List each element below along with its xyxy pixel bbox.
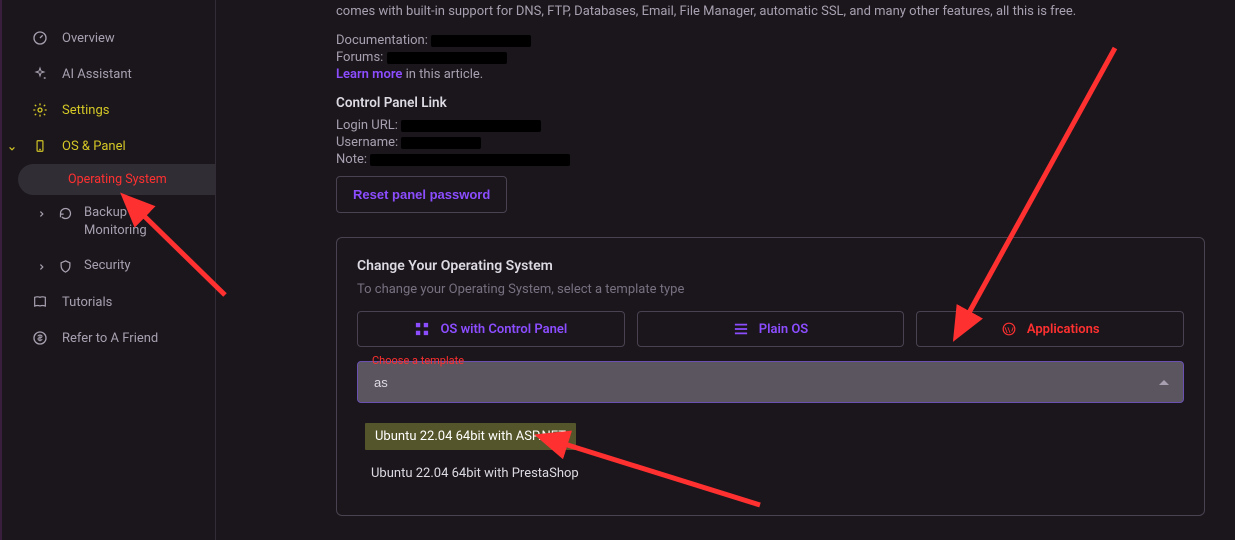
sidebar-item-label: AI Assistant bbox=[62, 67, 132, 82]
redacted-value bbox=[370, 154, 570, 166]
tab-os-control-panel[interactable]: OS with Control Panel bbox=[357, 311, 625, 347]
sidebar-item-ai[interactable]: AI Assistant bbox=[0, 56, 215, 92]
tab-label: OS with Control Panel bbox=[440, 322, 567, 337]
card-title: Change Your Operating System bbox=[357, 258, 1184, 274]
sidebar-item-backup[interactable]: Backup & Monitoring bbox=[0, 195, 215, 248]
sidebar-item-tutorials[interactable]: Tutorials bbox=[0, 284, 215, 320]
sidebar-item-label: Settings bbox=[62, 103, 109, 118]
sidebar-item-overview[interactable]: Overview bbox=[0, 20, 215, 56]
template-options-list: Ubuntu 22.04 64bit with ASP.NET Ubuntu 2… bbox=[357, 411, 1184, 491]
note-label: Note: bbox=[336, 152, 370, 167]
sidebar-sub-operating-system[interactable]: Operating System bbox=[18, 164, 215, 195]
tab-plain-os[interactable]: Plain OS bbox=[637, 311, 905, 347]
chevron-right-icon bbox=[38, 207, 50, 219]
learn-more-suffix: in this article. bbox=[402, 67, 483, 82]
sidebar-item-label: OS & Panel bbox=[62, 139, 126, 154]
doc-label: Documentation: bbox=[336, 33, 428, 48]
intro-text: comes with built-in support for DNS, FTP… bbox=[336, 0, 1205, 32]
username-label: Username: bbox=[336, 135, 398, 150]
tab-label: Applications bbox=[1027, 322, 1100, 337]
grid-icon bbox=[414, 321, 430, 337]
tab-label: Plain OS bbox=[759, 322, 808, 337]
list-icon bbox=[733, 321, 749, 337]
sidebar: Overview AI Assistant Settings OS & Pane… bbox=[0, 0, 216, 540]
gear-icon bbox=[30, 101, 50, 119]
dollar-icon bbox=[30, 329, 50, 347]
sidebar-item-label: Tutorials bbox=[62, 295, 112, 310]
option-aspnet[interactable]: Ubuntu 22.04 64bit with ASP.NET bbox=[365, 423, 576, 450]
refresh-icon bbox=[56, 204, 74, 222]
login-label: Login URL: bbox=[336, 118, 398, 133]
sidebar-item-label: Overview bbox=[62, 31, 115, 46]
chevron-right-icon bbox=[38, 260, 50, 272]
reset-panel-password-button[interactable]: Reset panel password bbox=[336, 176, 507, 213]
template-search-input[interactable] bbox=[372, 374, 1159, 391]
sidebar-item-label: Refer to A Friend bbox=[62, 331, 158, 346]
template-type-tabs: OS with Control Panel Plain OS Applicati… bbox=[357, 311, 1184, 347]
sidebar-item-label: Backup & Monitoring bbox=[84, 204, 203, 239]
dashboard-icon bbox=[30, 29, 50, 47]
server-icon bbox=[30, 137, 50, 155]
forums-row: Forums: bbox=[336, 49, 1205, 66]
note-row: Note: bbox=[336, 151, 1205, 168]
chevron-up-icon bbox=[1159, 380, 1169, 385]
control-panel-link-heading: Control Panel Link bbox=[336, 83, 1205, 117]
redacted-value bbox=[431, 35, 531, 47]
learn-more-row: Learn more in this article. bbox=[336, 66, 1205, 83]
sidebar-item-security[interactable]: Security bbox=[0, 248, 215, 284]
redacted-value bbox=[401, 120, 541, 132]
documentation-row: Documentation: bbox=[336, 32, 1205, 49]
sparkle-icon bbox=[30, 65, 50, 83]
change-os-card: Change Your Operating System To change y… bbox=[336, 237, 1205, 516]
wordpress-icon bbox=[1001, 321, 1017, 337]
tab-applications[interactable]: Applications bbox=[916, 311, 1184, 347]
sidebar-item-refer[interactable]: Refer to A Friend bbox=[0, 320, 215, 356]
redacted-value bbox=[401, 137, 481, 149]
main-content: comes with built-in support for DNS, FTP… bbox=[216, 0, 1235, 540]
login-url-row: Login URL: bbox=[336, 117, 1205, 134]
sidebar-sub-label: Operating System bbox=[68, 172, 167, 187]
sidebar-item-os-panel[interactable]: OS & Panel bbox=[0, 128, 215, 164]
field-label: Choose a template bbox=[368, 354, 468, 367]
redacted-value bbox=[387, 52, 507, 64]
chevron-down-icon bbox=[8, 142, 16, 150]
shield-icon bbox=[56, 257, 74, 275]
username-row: Username: bbox=[336, 134, 1205, 151]
forums-label: Forums: bbox=[336, 50, 383, 65]
sidebar-item-label: Security bbox=[84, 257, 131, 275]
sidebar-item-settings[interactable]: Settings bbox=[0, 92, 215, 128]
book-icon bbox=[30, 293, 50, 311]
option-prestashop[interactable]: Ubuntu 22.04 64bit with PrestaShop bbox=[357, 456, 1184, 491]
template-search-field[interactable]: Choose a template bbox=[357, 361, 1184, 403]
learn-more-link[interactable]: Learn more bbox=[336, 67, 402, 82]
card-desc: To change your Operating System, select … bbox=[357, 282, 1184, 297]
